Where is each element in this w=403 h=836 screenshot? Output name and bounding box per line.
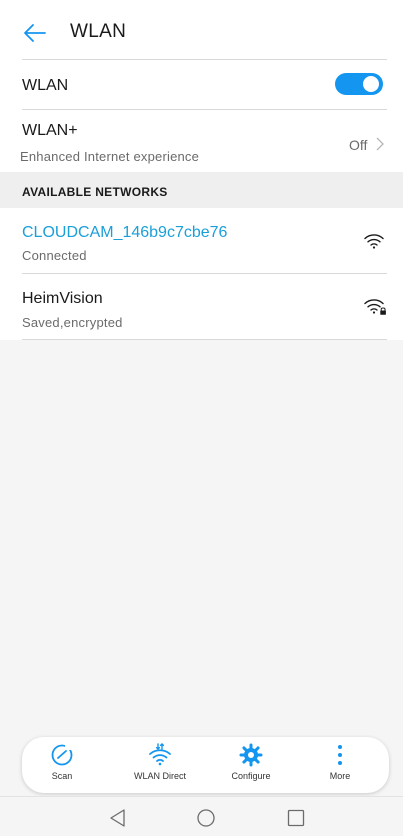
- wlan-plus-value: Off: [349, 137, 368, 153]
- network-name: HeimVision: [22, 290, 103, 307]
- wlan-plus-subtitle: Enhanced Internet experience: [20, 149, 200, 164]
- more-icon: [338, 745, 342, 765]
- section-header: AVAILABLE NETWORKS: [0, 172, 403, 208]
- configure-label: Configure: [231, 771, 271, 781]
- scan-label: Scan: [51, 771, 73, 781]
- network-item[interactable]: CLOUDCAM_146b9c7cbe76 Connected: [0, 208, 403, 274]
- configure-button[interactable]: Configure: [211, 737, 291, 793]
- wlan-direct-icon: [149, 743, 171, 766]
- wlan-direct-button[interactable]: WLAN Direct: [120, 737, 200, 793]
- wlan-plus-row[interactable]: WLAN+ Enhanced Internet experience Off: [0, 110, 403, 172]
- wlan-switch[interactable]: [335, 73, 383, 95]
- gear-icon: [239, 743, 263, 767]
- network-name: CLOUDCAM_146b9c7cbe76: [22, 224, 228, 241]
- network-status: Connected: [22, 248, 87, 263]
- back-button[interactable]: [20, 20, 50, 46]
- wlan-toggle-row[interactable]: WLAN: [0, 59, 403, 110]
- bottom-action-bar: Scan WLAN Direct Configure More: [22, 737, 389, 793]
- system-nav-bar: [0, 796, 403, 836]
- nav-recents-button[interactable]: [284, 807, 308, 829]
- circle-home-icon: [197, 809, 215, 827]
- more-button[interactable]: More: [300, 737, 380, 793]
- wifi-icon: [364, 234, 384, 249]
- wifi-lock-icon: [364, 299, 386, 315]
- app-bar: WLAN: [0, 0, 403, 60]
- nav-home-button[interactable]: [194, 807, 218, 829]
- more-label: More: [329, 771, 351, 781]
- square-recents-icon: [287, 809, 305, 827]
- nav-back-button[interactable]: [106, 807, 130, 829]
- triangle-back-icon: [110, 809, 125, 827]
- wlan-direct-label: WLAN Direct: [133, 771, 186, 781]
- wlan-label: WLAN: [22, 77, 69, 94]
- back-arrow-icon: [24, 24, 46, 42]
- page-title: WLAN: [70, 21, 127, 42]
- scan-button[interactable]: Scan: [22, 737, 102, 793]
- network-item[interactable]: HeimVision Saved,encrypted: [0, 274, 403, 340]
- wlan-plus-label: WLAN+: [22, 122, 78, 139]
- network-status: Saved,encrypted: [22, 315, 123, 330]
- scan-icon: [51, 744, 74, 766]
- available-networks-title: AVAILABLE NETWORKS: [22, 185, 168, 199]
- chevron-right-icon: [376, 137, 384, 151]
